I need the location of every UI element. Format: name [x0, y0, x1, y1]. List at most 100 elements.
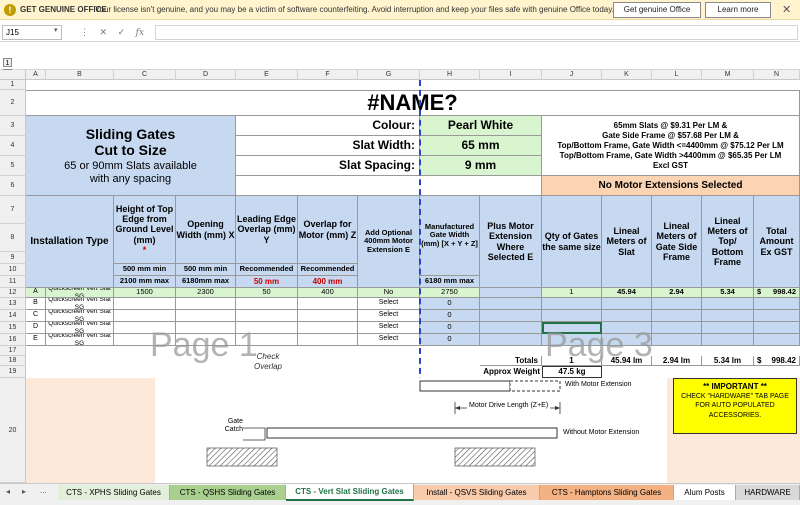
column-header-d[interactable]: D — [176, 70, 236, 80]
overlap-a[interactable]: 400 — [298, 288, 358, 298]
row-header-9[interactable]: 9 — [0, 252, 26, 264]
row-header-10[interactable]: 10 — [0, 264, 26, 276]
top-d[interactable] — [702, 322, 754, 334]
tab-alum-posts[interactable]: Alum Posts — [674, 485, 736, 500]
overlap-b[interactable] — [298, 298, 358, 310]
column-header-n[interactable]: N — [754, 70, 800, 80]
motor-b[interactable]: Select — [358, 298, 420, 310]
side-a[interactable]: 2.94 — [652, 288, 702, 298]
tab-hamptons-sliding-gates[interactable]: CTS - Hamptons Sliding Gates — [540, 485, 674, 500]
row-header-3[interactable]: 3 — [0, 116, 26, 136]
plus-motor-e[interactable] — [480, 334, 542, 346]
overlap-c[interactable] — [298, 310, 358, 322]
width-c[interactable]: 0 — [420, 310, 480, 322]
get-genuine-office-button[interactable]: Get genuine Office — [613, 2, 701, 18]
row-header-17[interactable]: 17 — [0, 346, 26, 356]
colour-value[interactable]: Pearl White — [420, 116, 542, 136]
slat-spacing-value[interactable]: 9 mm — [420, 156, 542, 176]
side-d[interactable] — [652, 322, 702, 334]
column-header-h[interactable]: H — [420, 70, 480, 80]
column-header-j[interactable]: J — [542, 70, 602, 80]
column-header-m[interactable]: M — [702, 70, 754, 80]
motor-e[interactable]: Select — [358, 334, 420, 346]
overlap-d[interactable] — [298, 322, 358, 334]
chevron-down-icon[interactable]: ▾ — [54, 26, 58, 34]
total-d[interactable] — [754, 322, 800, 334]
column-header-a[interactable]: A — [26, 70, 46, 80]
enter-icon[interactable]: ✓ — [118, 27, 126, 37]
side-b[interactable] — [652, 298, 702, 310]
tab-xphs-sliding-gates[interactable]: CTS - XPHS Sliding Gates — [58, 485, 170, 500]
opening-b[interactable] — [176, 298, 236, 310]
total-e[interactable] — [754, 334, 800, 346]
learn-more-button[interactable]: Learn more — [705, 2, 771, 18]
plus-motor-c[interactable] — [480, 310, 542, 322]
tab-install-qsvs-sliding-gates[interactable]: Install - QSVS Sliding Gates — [414, 485, 540, 500]
cancel-icon[interactable]: ✕ — [100, 27, 108, 37]
row-header-19[interactable]: 19 — [0, 366, 26, 378]
row-header-12[interactable]: 12 — [0, 288, 26, 298]
leading-b[interactable] — [236, 298, 298, 310]
row-header-7[interactable]: 7 — [0, 196, 26, 224]
width-e[interactable]: 0 — [420, 334, 480, 346]
width-d[interactable]: 0 — [420, 322, 480, 334]
overlap-e[interactable] — [298, 334, 358, 346]
top-a[interactable]: 5.34 — [702, 288, 754, 298]
tab-qshs-sliding-gates[interactable]: CTS - QSHS Sliding Gates — [170, 485, 286, 500]
tab-scroll-right-icon[interactable]: ▸ — [22, 487, 26, 496]
row-6-blank[interactable] — [236, 176, 542, 196]
slat-width-value[interactable]: 65 mm — [420, 136, 542, 156]
slat-b[interactable] — [602, 298, 652, 310]
side-c[interactable] — [652, 310, 702, 322]
plus-motor-d[interactable] — [480, 322, 542, 334]
motor-d[interactable]: Select — [358, 322, 420, 334]
install-type-a[interactable]: Quickscreen Vert Slat SG — [46, 288, 114, 298]
name-box[interactable]: J15 — [2, 25, 62, 40]
tab-scroll-left-icon[interactable]: ◂ — [6, 487, 10, 496]
install-type-c[interactable]: Quickscreen Vert Slat SG — [46, 310, 114, 322]
column-header-b[interactable]: B — [46, 70, 114, 80]
motor-a[interactable]: No — [358, 288, 420, 298]
top-c[interactable] — [702, 310, 754, 322]
side-e[interactable] — [652, 334, 702, 346]
tab-hardware[interactable]: HARDWARE — [736, 485, 800, 500]
height-a[interactable]: 1500 — [114, 288, 176, 298]
opening-a[interactable]: 2300 — [176, 288, 236, 298]
top-e[interactable] — [702, 334, 754, 346]
plus-motor-a[interactable] — [480, 288, 542, 298]
row-header-4[interactable]: 4 — [0, 136, 26, 156]
row-header-13[interactable]: 13 — [0, 298, 26, 310]
formula-input[interactable] — [155, 25, 798, 40]
top-b[interactable] — [702, 298, 754, 310]
total-a[interactable]: $998.42 — [754, 288, 800, 298]
close-icon[interactable]: ✕ — [782, 3, 791, 16]
column-header-l[interactable]: L — [652, 70, 702, 80]
total-b[interactable] — [754, 298, 800, 310]
select-all-corner[interactable] — [0, 70, 26, 80]
row-header-2[interactable]: 2 — [0, 90, 26, 116]
column-header-e[interactable]: E — [236, 70, 298, 80]
qty-c[interactable] — [542, 310, 602, 322]
fx-icon[interactable]: fx — [136, 28, 144, 38]
plus-motor-b[interactable] — [480, 298, 542, 310]
width-b[interactable]: 0 — [420, 298, 480, 310]
column-header-f[interactable]: F — [298, 70, 358, 80]
install-type-d[interactable]: Quickscreen Vert Slat SG — [46, 322, 114, 334]
outline-level-1-button[interactable]: 1 — [3, 58, 12, 67]
qty-a[interactable]: 1 — [542, 288, 602, 298]
column-header-g[interactable]: G — [358, 70, 420, 80]
motor-c[interactable]: Select — [358, 310, 420, 322]
row-header-20[interactable]: 20 — [0, 378, 26, 483]
column-header-c[interactable]: C — [114, 70, 176, 80]
row-header-5[interactable]: 5 — [0, 156, 26, 176]
row-header-6[interactable]: 6 — [0, 176, 26, 196]
total-c[interactable] — [754, 310, 800, 322]
row-header-8[interactable]: 8 — [0, 224, 26, 252]
opening-c[interactable] — [176, 310, 236, 322]
leading-a[interactable]: 50 — [236, 288, 298, 298]
column-header-i[interactable]: I — [480, 70, 542, 80]
column-header-k[interactable]: K — [602, 70, 652, 80]
qty-b[interactable] — [542, 298, 602, 310]
height-b[interactable] — [114, 298, 176, 310]
name-error-cell[interactable]: #NAME? — [26, 90, 800, 116]
